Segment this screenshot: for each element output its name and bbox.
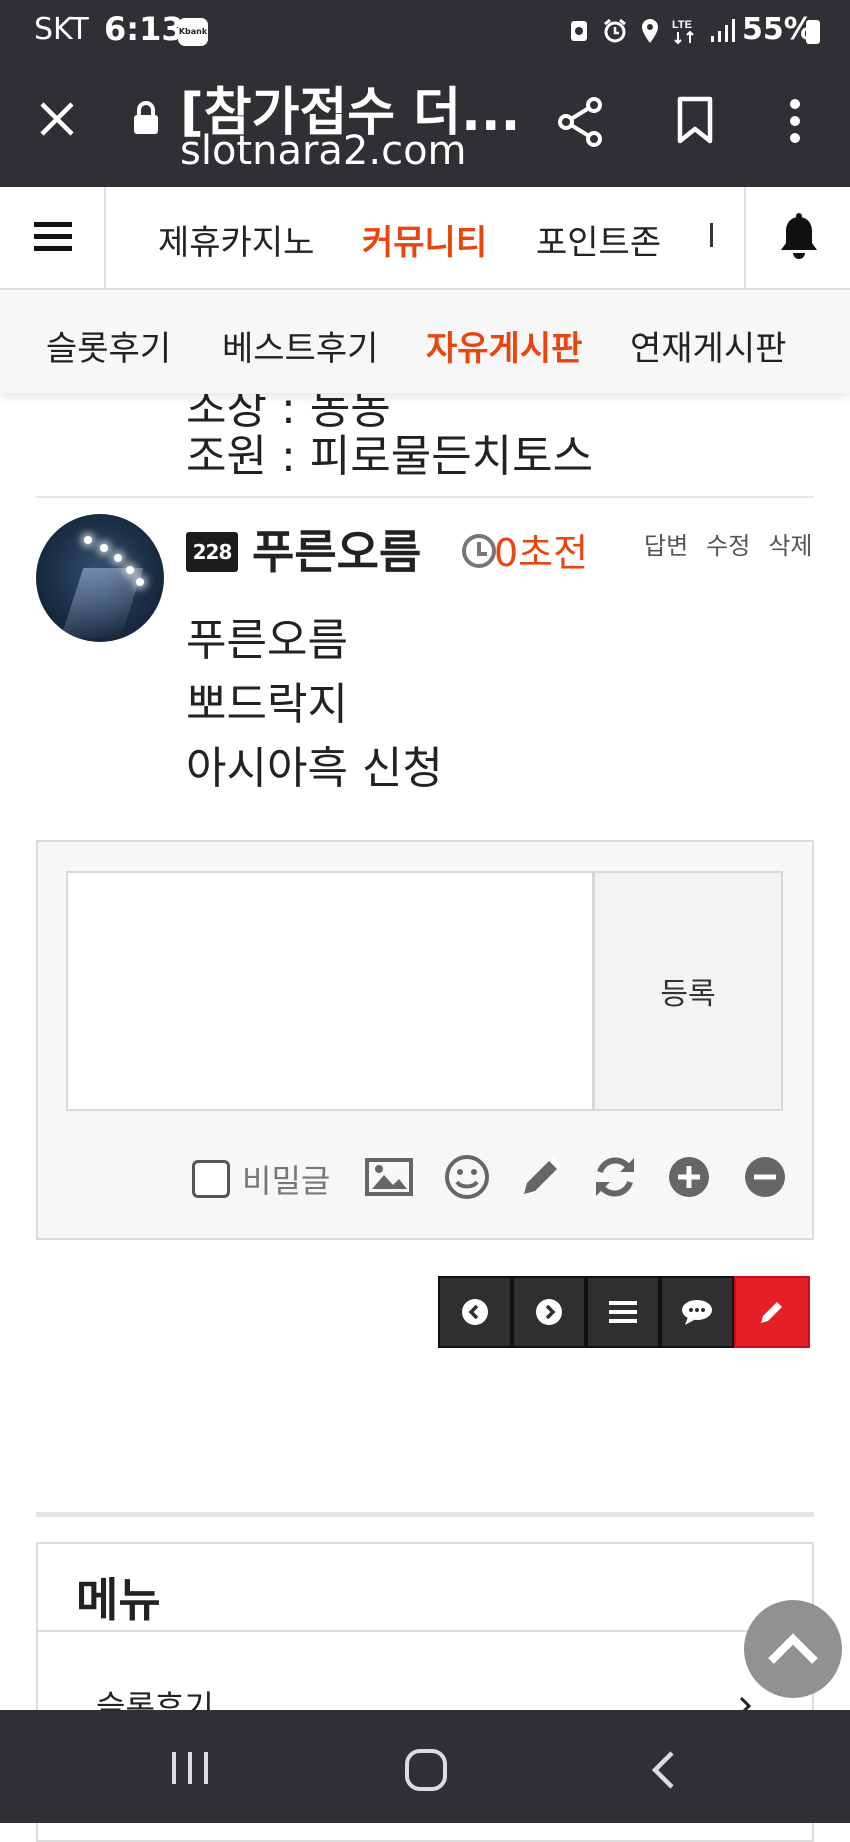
subnav-item-serial-board[interactable]: 연재게시판 [630, 321, 786, 370]
subnav-item-free-board[interactable]: 자유게시판 [426, 321, 582, 370]
alarm-icon [604, 18, 626, 43]
close-icon[interactable] [38, 100, 76, 138]
signal-icon [711, 19, 735, 42]
list-icon [609, 1301, 637, 1323]
avatar[interactable] [36, 514, 164, 642]
comment-actions: 답변 수정 삭제 [644, 526, 813, 561]
hamburger-menu-button[interactable] [0, 187, 106, 288]
write-button[interactable] [734, 1276, 810, 1348]
section-divider [36, 1512, 814, 1517]
share-icon[interactable] [556, 96, 606, 148]
speech-bubble-icon [682, 1300, 712, 1325]
scroll-to-top-button[interactable] [744, 1600, 842, 1698]
secret-checkbox[interactable] [192, 1160, 230, 1198]
bell-icon [781, 213, 817, 259]
recycle-icon [571, 21, 587, 41]
clock-time: 6:13 [104, 10, 184, 48]
hamburger-icon [34, 222, 72, 251]
battery-icon [806, 20, 820, 44]
comment-button[interactable] [660, 1276, 734, 1348]
carrier-label: SKT [34, 12, 89, 47]
comment-textarea[interactable] [66, 871, 594, 1111]
nav-item-partner-casino[interactable]: 제휴카지노 [158, 215, 314, 264]
comment-text-line: 아시아흑 신청 [186, 743, 443, 794]
refresh-icon[interactable] [590, 1152, 640, 1202]
home-icon[interactable] [404, 1748, 448, 1792]
battery-percent: 55% [742, 12, 814, 47]
prev-post-button[interactable] [438, 1276, 512, 1348]
menu-title: 메뉴 [76, 1573, 161, 1627]
kbank-app-icon: Kbank [178, 18, 208, 46]
comment-author[interactable]: 푸른오름 [252, 516, 421, 582]
nav-item-point-zone[interactable]: 포인트존 [536, 215, 661, 264]
location-icon [642, 19, 658, 43]
pencil-icon [761, 1302, 782, 1323]
comment-divider [36, 496, 814, 498]
notification-button[interactable] [744, 187, 850, 288]
nav-overflow-hint [710, 223, 720, 247]
browser-toolbar: [참가접수 더... slotnara2.com [0, 62, 850, 187]
board-button-group [438, 1276, 810, 1348]
submit-label: 등록 [660, 977, 716, 1012]
url-text[interactable]: slotnara2.com [180, 128, 467, 174]
plus-circle-icon[interactable] [664, 1152, 714, 1202]
lock-icon[interactable] [132, 100, 160, 136]
status-icons: LTE [568, 16, 736, 46]
submit-button[interactable]: 등록 [593, 871, 783, 1111]
status-bar: SKT 6:13 Kbank LTE 55% [0, 0, 850, 62]
secret-label: 비밀글 [242, 1162, 331, 1200]
clock-icon [462, 534, 496, 568]
subnav-item-slot-review[interactable]: 슬롯후기 [46, 321, 171, 370]
subnav-item-best-review[interactable]: 베스트후기 [222, 321, 378, 370]
chevron-right-circle-icon [536, 1299, 562, 1325]
previous-comment-line: 조원 : 피로물든치토스 [186, 431, 594, 482]
board-subnavigation: 슬롯후기 베스트후기 자유게시판 연재게시판 [0, 291, 850, 393]
list-button[interactable] [586, 1276, 660, 1348]
back-icon[interactable] [650, 1750, 676, 1790]
system-navigation-bar [0, 1710, 850, 1823]
bookmark-icon[interactable] [676, 96, 714, 144]
chevron-left-circle-icon [462, 1299, 488, 1325]
edit-link[interactable]: 수정 [706, 526, 750, 561]
svg-text:LTE: LTE [672, 19, 692, 31]
pencil-icon[interactable] [516, 1152, 566, 1202]
comment-text-line: 뽀드락지 [186, 679, 348, 730]
next-post-button[interactable] [512, 1276, 586, 1348]
reply-link[interactable]: 답변 [644, 526, 688, 561]
delete-link[interactable]: 삭제 [768, 526, 812, 561]
nav-item-community[interactable]: 커뮤니티 [362, 215, 487, 264]
menu-divider [38, 1630, 812, 1632]
level-badge: 228 [186, 532, 238, 572]
chevron-up-icon [768, 1633, 818, 1664]
lte-icon: LTE [672, 19, 694, 45]
comment-text-line: 푸른오름 [186, 615, 348, 666]
more-menu-icon[interactable] [788, 98, 802, 144]
recent-apps-icon[interactable] [170, 1750, 210, 1786]
image-icon[interactable] [364, 1152, 414, 1202]
comment-time: 0초전 [494, 531, 589, 575]
emoji-icon[interactable] [442, 1152, 492, 1202]
site-navigation: 제휴카지노 커뮤니티 포인트존 [0, 187, 850, 290]
minus-circle-icon[interactable] [740, 1152, 790, 1202]
